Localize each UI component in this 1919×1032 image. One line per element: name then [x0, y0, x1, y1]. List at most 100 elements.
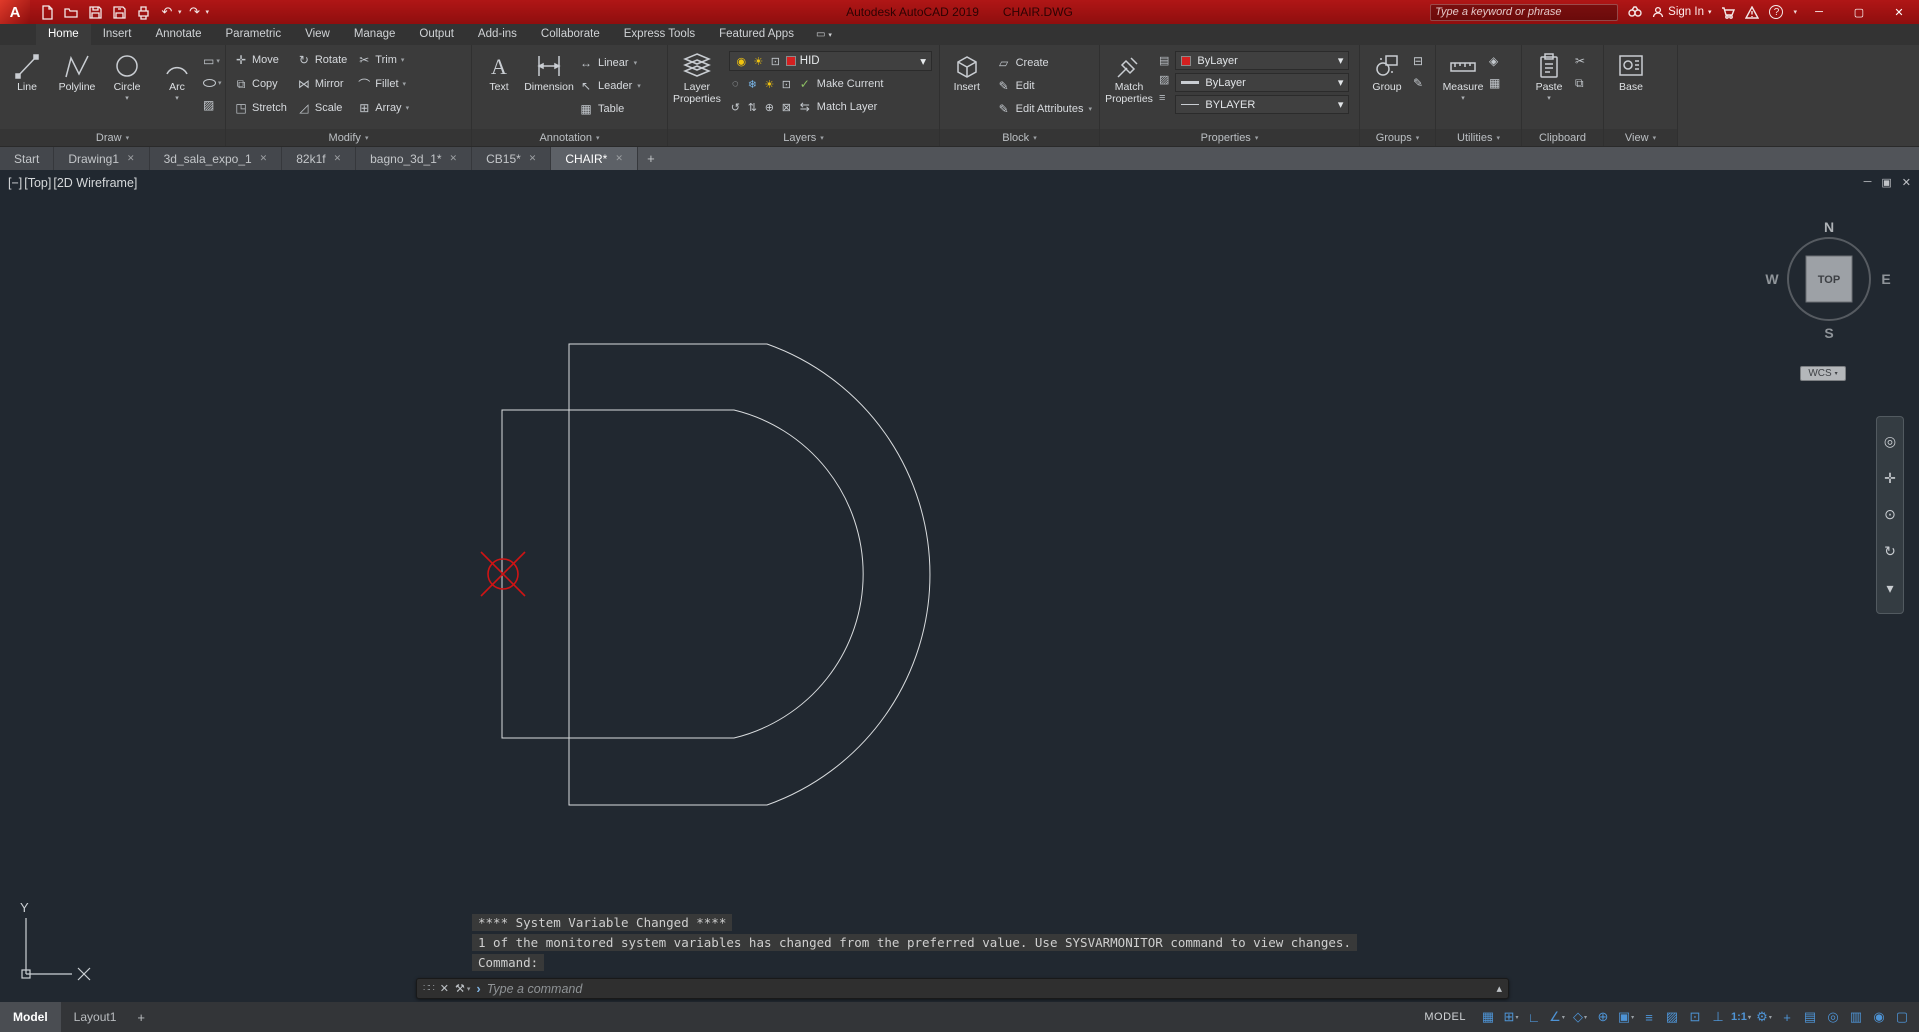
clipboard-panel-label[interactable]: Clipboard [1522, 129, 1603, 146]
group-button[interactable]: Group [1363, 48, 1411, 129]
recent-commands-icon[interactable]: › [476, 981, 480, 996]
edit-attributes-button[interactable]: ✎ Edit Attributes ▾ [997, 98, 1092, 119]
lineweight-dropdown[interactable]: ByLayer ▾ [1175, 73, 1350, 92]
orbit-icon[interactable]: ↻ [1884, 543, 1896, 560]
help-search-box[interactable] [1430, 3, 1619, 21]
close-tab-icon[interactable]: ✕ [450, 153, 458, 164]
save-button[interactable] [84, 2, 106, 22]
layer-isolate-button[interactable]: ☀ [763, 78, 776, 91]
layers-panel-label[interactable]: Layers ▾ [668, 129, 939, 146]
base-view-button[interactable]: Base [1607, 48, 1655, 129]
ribbon-tab-addins[interactable]: Add-ins [466, 24, 529, 45]
qat-customize-icon[interactable]: ▾ [206, 8, 210, 16]
drawing-minimize-button[interactable]: ─ [1864, 176, 1872, 189]
ribbon-tab-annotate[interactable]: Annotate [143, 24, 213, 45]
viewcube[interactable]: N W E S TOP [1759, 210, 1899, 350]
current-layer-dropdown[interactable]: ◉ ☀ ⊡ HID ▾ [728, 51, 932, 71]
close-tab-icon[interactable]: ✕ [615, 153, 623, 164]
cut-clip-button[interactable]: ✂ [1575, 52, 1585, 70]
ungroup-button[interactable]: ⊟ [1413, 52, 1423, 70]
lineweight-toggle[interactable]: ≡ [1638, 1006, 1660, 1028]
create-block-button[interactable]: ▱ Create [997, 52, 1092, 73]
text-button[interactable]: A Text [475, 48, 523, 129]
insert-block-button[interactable]: Insert [943, 48, 991, 129]
copy-clip-button[interactable]: ⧉ [1575, 74, 1585, 92]
linetype-dropdown[interactable]: BYLAYER ▾ [1175, 95, 1350, 114]
drawing-close-button[interactable]: ✕ [1902, 176, 1911, 189]
layout1-tab[interactable]: Layout1 [61, 1002, 130, 1032]
match-properties-button[interactable]: Match Properties [1103, 48, 1155, 129]
save-as-button[interactable] [108, 2, 130, 22]
close-tab-icon[interactable]: ✕ [260, 153, 268, 164]
rectangle-button[interactable]: ▭ ▾ [203, 52, 222, 70]
file-tab-chair[interactable]: CHAIR* ✕ [551, 147, 638, 170]
search-binoculars-icon[interactable] [1628, 6, 1642, 18]
pan-icon[interactable]: ✛ [1884, 470, 1896, 487]
object-snap-toggle[interactable]: ▣ ▾ [1615, 1006, 1637, 1028]
trim-button[interactable]: ✂ Trim ▾ [357, 49, 409, 71]
layer-off-button[interactable]: ◌ [729, 78, 742, 91]
quick-calculator-button[interactable]: ▦ [1489, 74, 1500, 92]
chair-geometry[interactable] [501, 343, 931, 806]
command-input[interactable] [486, 981, 1491, 996]
viewcube-north[interactable]: N [1824, 219, 1834, 235]
ortho-toggle[interactable]: ∟ [1523, 1006, 1545, 1028]
modify-panel-label[interactable]: Modify ▾ [226, 129, 471, 146]
group-edit-button[interactable]: ✎ [1413, 74, 1423, 92]
ribbon-tab-collaborate[interactable]: Collaborate [529, 24, 612, 45]
layer-merge-button[interactable]: ⇅ [746, 101, 759, 114]
viewport-view-control[interactable]: [Top] [24, 176, 51, 190]
model-tab[interactable]: Model [0, 1002, 61, 1032]
file-tab-drawing1[interactable]: Drawing1 ✕ [54, 147, 150, 170]
viewport-menu-control[interactable]: [−] [8, 176, 22, 190]
isometric-drafting-toggle[interactable]: ◇ ▾ [1569, 1006, 1591, 1028]
redo-button[interactable]: ↷ [184, 2, 206, 22]
help-icon[interactable]: ? [1769, 5, 1784, 19]
layer-properties-button[interactable]: Layer Properties [671, 48, 723, 129]
snap-mode-toggle[interactable]: ⊞ ▾ [1500, 1006, 1522, 1028]
layer-lock-button[interactable]: ⊡ [780, 78, 793, 91]
ribbon-tab-express-tools[interactable]: Express Tools [612, 24, 707, 45]
ribbon-tab-home[interactable]: Home [36, 24, 91, 45]
paste-button[interactable]: Paste ▾ [1525, 48, 1573, 129]
close-tab-icon[interactable]: ✕ [334, 153, 342, 164]
viewcube-face-label[interactable]: TOP [1818, 274, 1840, 286]
layer-unlock-button[interactable]: ↺ [729, 101, 742, 114]
file-tab-cb15[interactable]: CB15* ✕ [472, 147, 552, 170]
object-snap-tracking-toggle[interactable]: ⊕ [1592, 1006, 1614, 1028]
quick-properties-toggle[interactable]: ▤ [1799, 1006, 1821, 1028]
ribbon-tab-insert[interactable]: Insert [91, 24, 144, 45]
command-line-bar[interactable]: ∷∷ ✕ ⚒▾ › ▴ [416, 978, 1509, 999]
layer-delete-button[interactable]: ⊠ [780, 101, 793, 114]
viewcube-east[interactable]: E [1881, 271, 1890, 287]
fillet-button[interactable]: ⌒ Fillet ▾ [357, 73, 409, 95]
drawing-canvas[interactable]: Y [0, 170, 1919, 1002]
command-history-toggle-icon[interactable]: ▴ [1496, 982, 1502, 995]
dimension-button[interactable]: Dimension [524, 48, 574, 129]
help-caret-icon[interactable]: ▾ [1793, 8, 1797, 16]
annotation-panel-label[interactable]: Annotation ▾ [472, 129, 667, 146]
array-button[interactable]: ⊞ Array ▾ [357, 97, 409, 119]
line-button[interactable]: Line [3, 48, 51, 129]
stay-connected-icon[interactable] [1745, 5, 1760, 19]
groups-panel-label[interactable]: Groups ▾ [1360, 129, 1435, 146]
measure-button[interactable]: Measure ▾ [1439, 48, 1487, 129]
navigation-wheel-icon[interactable]: ◎ [1884, 433, 1896, 450]
close-button[interactable]: ✕ [1879, 0, 1919, 24]
block-panel-label[interactable]: Block ▾ [940, 129, 1099, 146]
stretch-button[interactable]: ◳ Stretch [234, 97, 287, 119]
layer-walk-button[interactable]: ⊕ [763, 101, 776, 114]
new-drawing-tab-button[interactable]: + [638, 147, 664, 170]
properties-list-button[interactable]: ▤ [1159, 54, 1169, 67]
copy-button[interactable]: ⧉ Copy [234, 73, 287, 95]
properties-transparency-button[interactable]: ▨ [1159, 73, 1169, 86]
viewcube-south[interactable]: S [1824, 325, 1833, 341]
viewcube-west[interactable]: W [1765, 271, 1779, 287]
mirror-button[interactable]: ⋈ Mirror [297, 73, 347, 95]
close-tab-icon[interactable]: ✕ [127, 153, 135, 164]
grid-toggle[interactable]: ▦ [1477, 1006, 1499, 1028]
drawing-restore-button[interactable]: ▣ [1881, 176, 1891, 189]
hatch-button[interactable]: ▨ [203, 96, 222, 114]
clean-screen-toggle[interactable]: ▢ [1891, 1006, 1913, 1028]
command-bar-grip[interactable]: ∷∷ [423, 983, 435, 994]
